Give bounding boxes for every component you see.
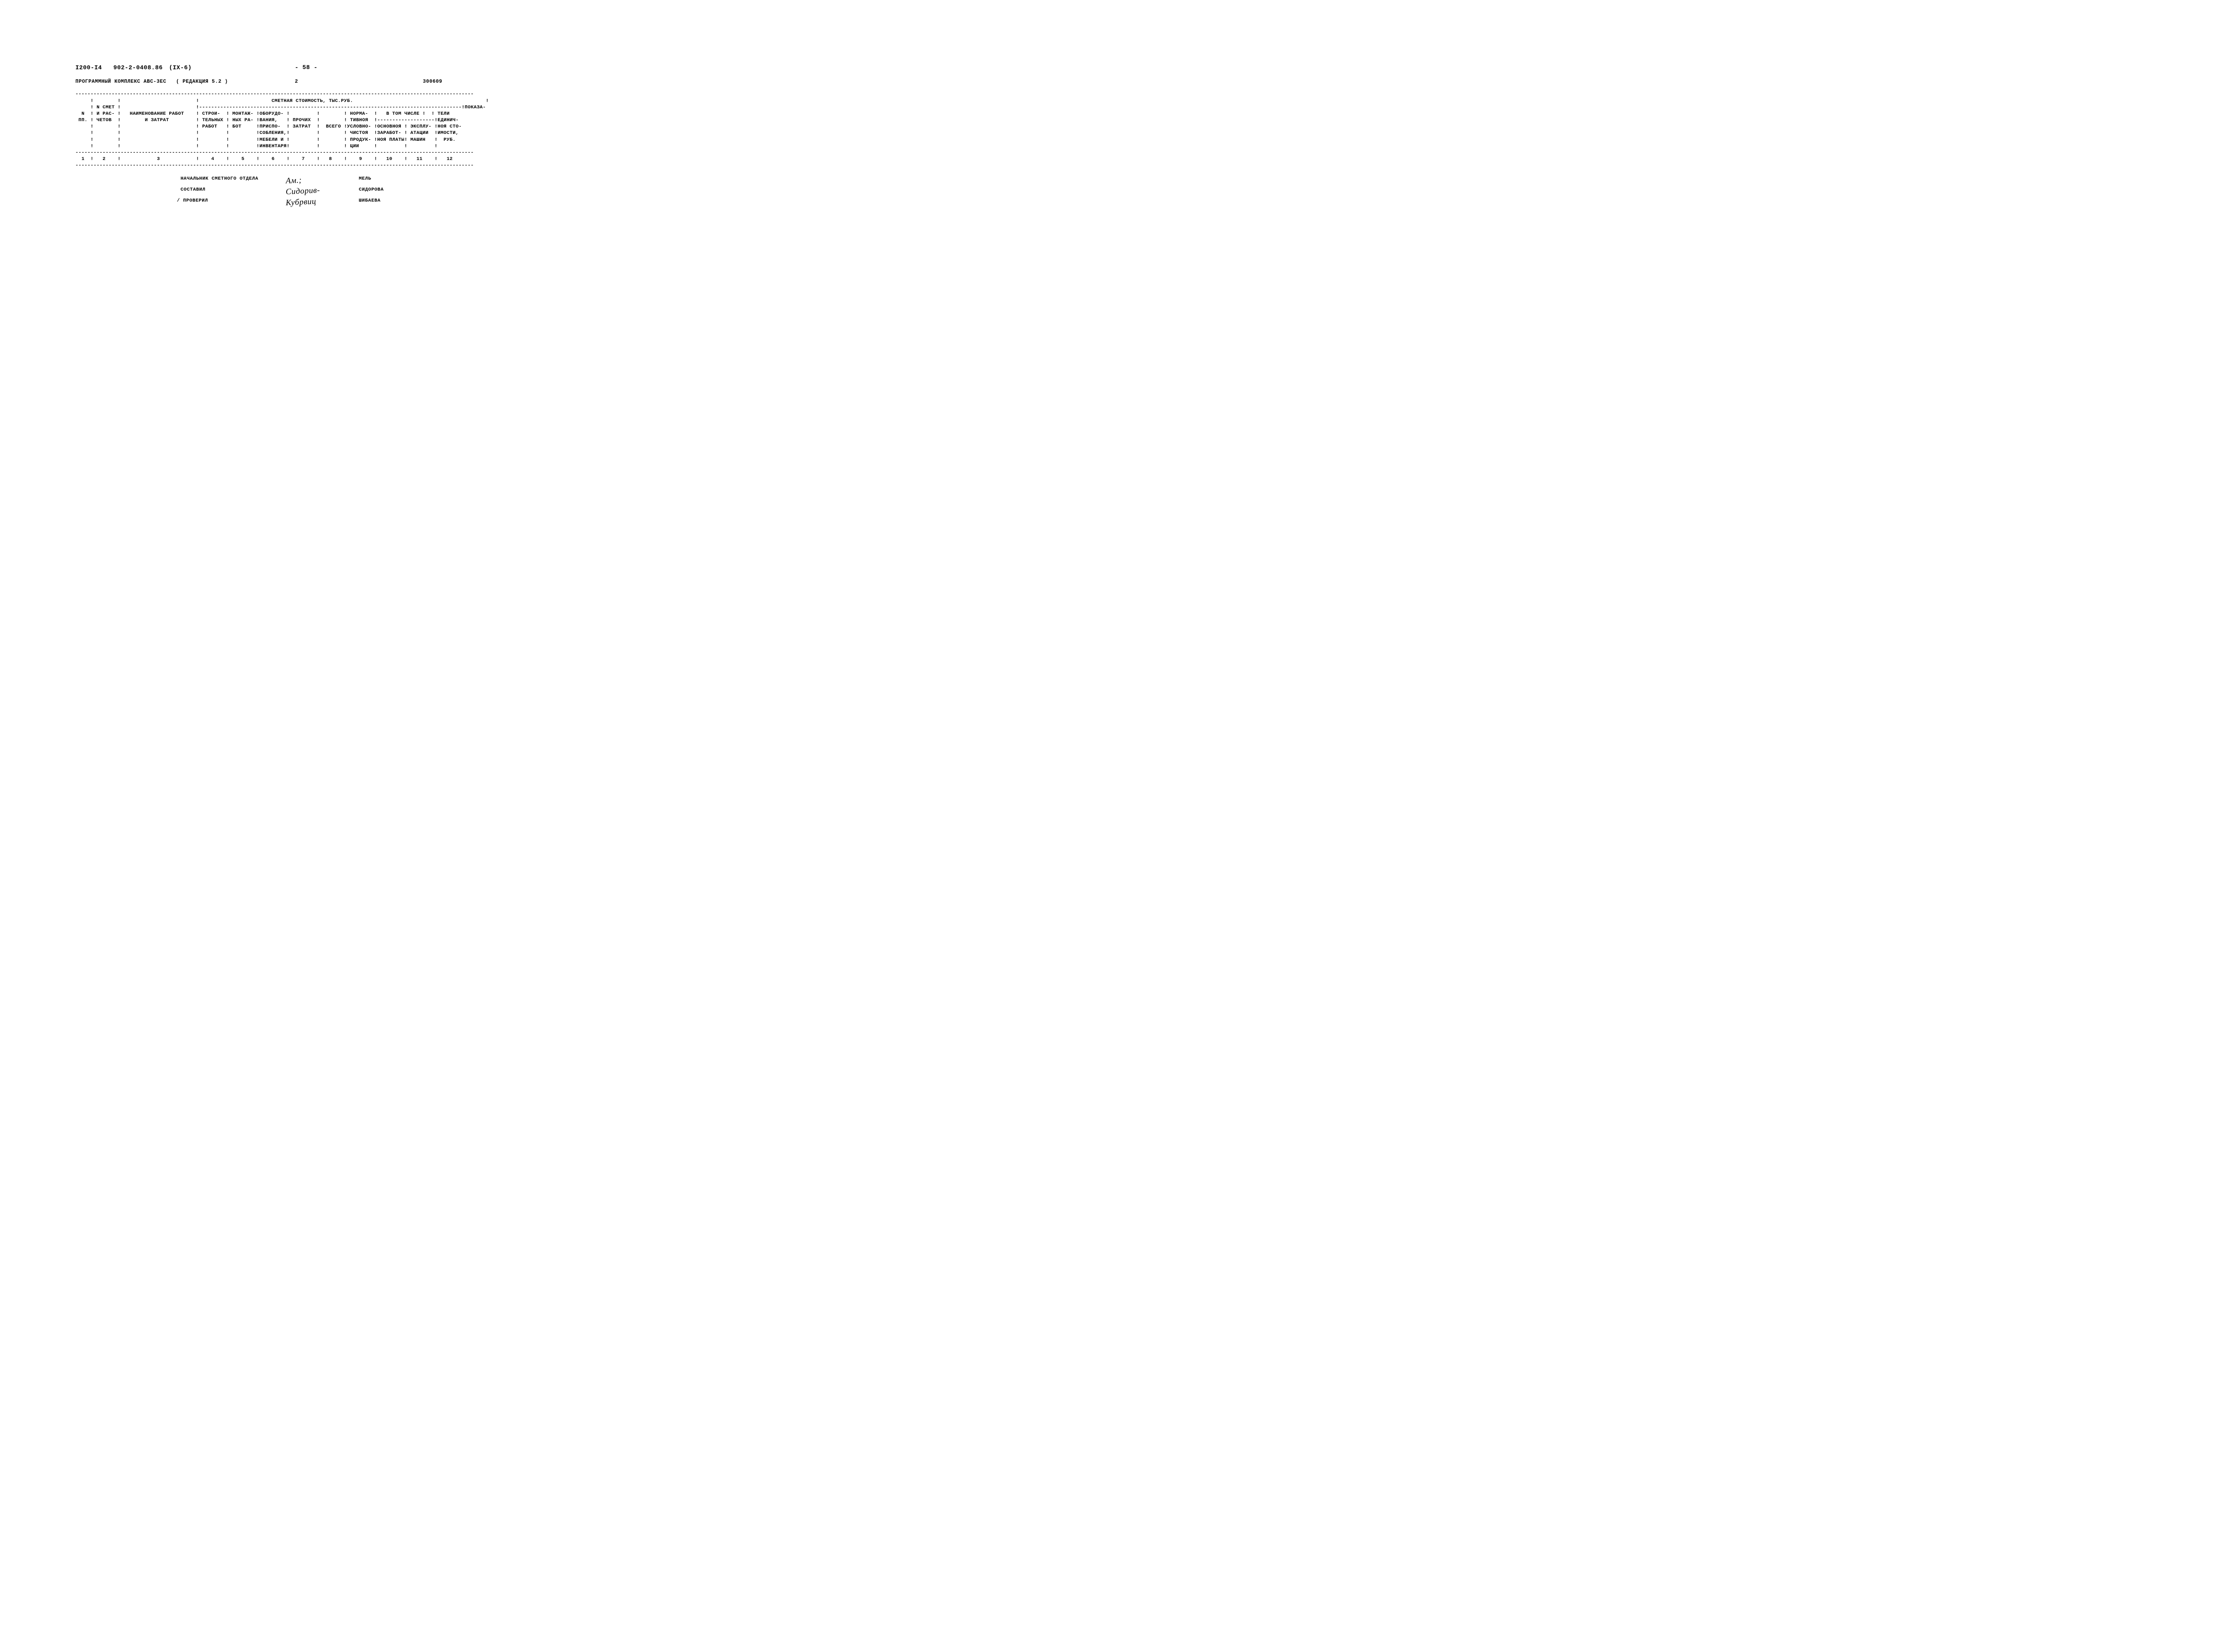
doc-id-suffix: (IX-6) xyxy=(169,64,192,71)
col-num: 8 xyxy=(329,156,332,162)
col-num: 3 xyxy=(157,156,160,162)
signature-handwriting: Кубрвиц xyxy=(286,194,359,208)
signature-name: МЕЛЬ xyxy=(359,176,427,181)
super-header: СМЕТНАЯ СТОИМОСТЬ, ТЫС.РУБ. xyxy=(272,98,353,104)
col-num: 9 xyxy=(359,156,362,162)
signature-role: НАЧАЛЬНИК СМЕТНОГО ОТДЕЛА xyxy=(181,176,286,181)
signature-row: / ПРОВЕРИЛ Кубрвиц ШИБАЕВА xyxy=(75,195,2152,206)
col-num: 12 xyxy=(447,156,453,162)
signature-role: СОСТАВИЛ xyxy=(181,187,286,192)
col-num: 5 xyxy=(241,156,245,162)
signature-name: ШИБАЕВА xyxy=(359,198,427,203)
col-num: 6 xyxy=(272,156,275,162)
col-num: 4 xyxy=(211,156,214,162)
page-number: - 58 - xyxy=(295,64,318,71)
signature-role: / ПРОВЕРИЛ xyxy=(181,198,286,203)
signature-row: НАЧАЛЬНИК СМЕТНОГО ОТДЕЛА Ам.; МЕЛЬ xyxy=(75,173,2152,184)
table-header: ----------------------------------------… xyxy=(75,91,2152,169)
col-num: 1 xyxy=(81,156,85,162)
document-id: I200-I4 902-2-0408.86 (IX-6) xyxy=(75,64,235,71)
col-num: 2 xyxy=(102,156,106,162)
col-num: 11 xyxy=(416,156,422,162)
sub-number: 2 xyxy=(295,79,423,85)
header-row-1: I200-I4 902-2-0408.86 (IX-6) - 58 - xyxy=(75,64,2152,71)
signatures-block: НАЧАЛЬНИК СМЕТНОГО ОТДЕЛА Ам.; МЕЛЬ СОСТ… xyxy=(75,173,2152,206)
redaction: ( РЕДАКЦИЯ 5.2 ) xyxy=(176,79,228,85)
doc-id-left: I200-I4 xyxy=(75,64,102,71)
col-num: 7 xyxy=(302,156,305,162)
signature-name: СИДОРОВА xyxy=(359,187,427,192)
col-num: 10 xyxy=(386,156,392,162)
doc-id-right: 902-2-0408.86 xyxy=(113,64,163,71)
header-row-2: ПРОГРАММНЫЙ КОМПЛЕКС АВС-3ЕС ( РЕДАКЦИЯ … xyxy=(75,79,2152,85)
document-code: 300609 xyxy=(423,79,442,85)
program-name: ПРОГРАММНЫЙ КОМПЛЕКС АВС-3ЕС ( РЕДАКЦИЯ … xyxy=(75,79,295,85)
signature-row: СОСТАВИЛ Сидорив- СИДОРОВА xyxy=(75,184,2152,195)
